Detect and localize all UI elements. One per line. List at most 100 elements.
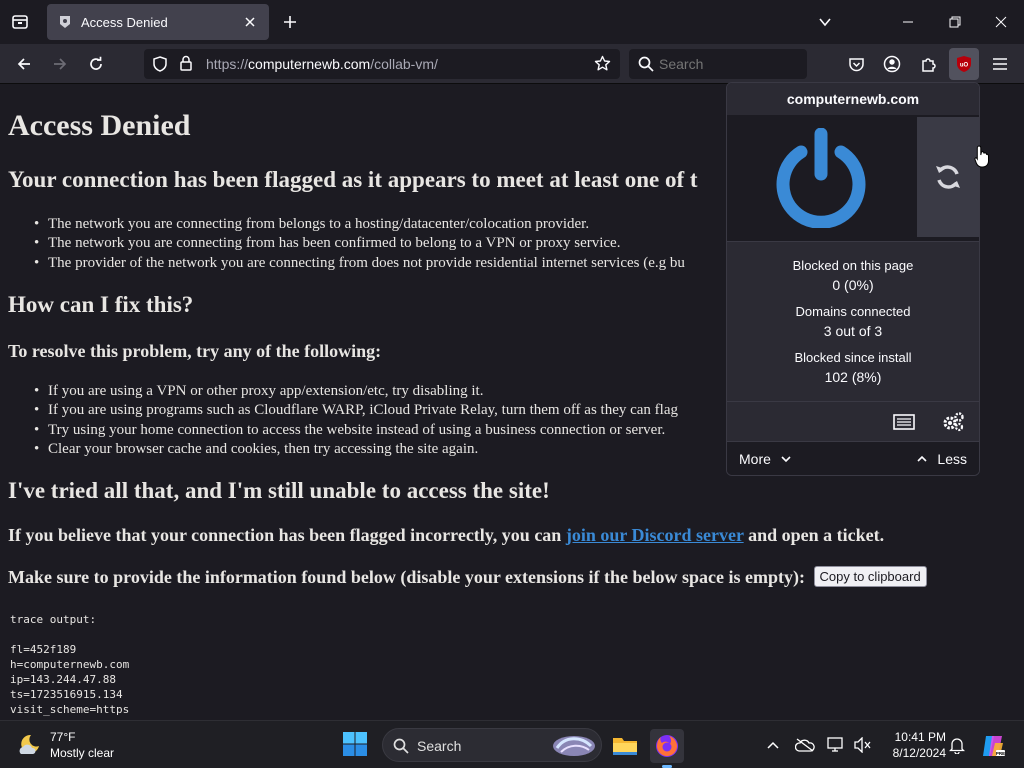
network-icon <box>827 737 843 752</box>
network-tray[interactable] <box>826 735 846 755</box>
search-icon <box>638 56 654 77</box>
back-button[interactable] <box>12 52 36 76</box>
logger-button[interactable] <box>892 410 916 434</box>
windows-taskbar: 77°F Mostly clear Search 10:41 PM 8/12/2… <box>0 720 1024 768</box>
lock-icon[interactable] <box>179 55 193 76</box>
page-title: Access Denied <box>8 109 191 142</box>
forward-button[interactable] <box>48 52 72 76</box>
folder-icon <box>613 738 637 755</box>
chevron-up-icon <box>917 455 927 462</box>
show-hidden-icons-button[interactable] <box>763 735 783 755</box>
address-bar[interactable]: https://computernewb.com/collab-vm/ <box>144 49 620 79</box>
reload-button[interactable] <box>84 52 108 76</box>
power-icon[interactable] <box>775 128 867 228</box>
provide-info-paragraph: Make sure to provide the information fou… <box>8 566 927 588</box>
trace-line: visit_scheme=https <box>10 703 130 716</box>
windows-logo-icon <box>343 732 367 756</box>
notifications-button[interactable] <box>947 735 967 755</box>
chevron-down-icon <box>781 456 791 463</box>
less-button[interactable]: Less <box>917 451 967 467</box>
chevron-up-icon <box>767 741 779 749</box>
onedrive-tray[interactable] <box>795 735 815 755</box>
tab-access-denied[interactable]: Access Denied <box>47 4 269 40</box>
less-label: Less <box>937 451 967 467</box>
search-input[interactable] <box>659 56 799 72</box>
tab-close-icon[interactable] <box>241 13 259 31</box>
domains-connected-label: Domains connected <box>795 304 911 319</box>
url-scheme: https:// <box>206 56 249 72</box>
tracking-protection-shield-icon[interactable] <box>152 56 168 77</box>
refresh-icon <box>936 165 960 189</box>
url-text[interactable]: https://computernewb.com/collab-vm/ <box>206 56 438 72</box>
list-item: The network you are connecting from belo… <box>34 215 685 235</box>
believe-paragraph: If you believe that your connection has … <box>8 525 884 546</box>
minimize-button[interactable] <box>894 8 922 36</box>
firefox-view-button[interactable] <box>8 10 32 34</box>
provide-info-text: Make sure to provide the information fou… <box>8 567 806 587</box>
list-item: If you are using a VPN or other proxy ap… <box>34 382 678 402</box>
new-tab-button[interactable] <box>280 12 300 32</box>
navigation-toolbar: https://computernewb.com/collab-vm/ uO <box>0 44 1024 84</box>
list-item: If you are using programs such as Cloudf… <box>34 401 678 421</box>
blocked-install-label: Blocked since install <box>794 350 912 365</box>
weather-condition: Mostly clear <box>50 746 115 760</box>
list-all-tabs-button[interactable] <box>815 12 835 32</box>
url-path: /collab-vm/ <box>370 56 438 72</box>
account-button[interactable] <box>880 52 904 76</box>
trace-label: trace output: <box>10 613 97 626</box>
reasons-list: The network you are connecting from belo… <box>34 215 685 274</box>
taskbar-search-label: Search <box>417 738 462 754</box>
heading-flagged: Your connection has been flagged as it a… <box>8 167 698 192</box>
cloud-off-icon <box>795 738 815 752</box>
hand-cursor-icon <box>974 145 989 168</box>
app-menu-button[interactable] <box>988 52 1012 76</box>
fixes-list: If you are using a VPN or other proxy ap… <box>34 382 678 459</box>
heading-still-unable: I've tried all that, and I'm still unabl… <box>8 478 550 503</box>
extensions-button[interactable] <box>916 52 940 76</box>
volume-tray[interactable] <box>853 735 873 755</box>
more-button[interactable]: More <box>739 451 791 467</box>
ublock-origin-button[interactable]: uO <box>949 48 979 80</box>
believe-suffix: and open a ticket. <box>743 525 885 545</box>
logger-icon <box>893 414 915 430</box>
reload-icon <box>90 56 102 70</box>
plus-icon <box>284 16 296 28</box>
svg-text:uO: uO <box>960 63 969 69</box>
minimize-icon <box>903 21 913 23</box>
search-highlight-icon <box>553 736 595 756</box>
refresh-button[interactable] <box>917 117 979 237</box>
domains-connected-value: 3 out of 3 <box>823 323 883 339</box>
taskbar-search[interactable]: Search <box>382 728 602 762</box>
pocket-button[interactable] <box>844 52 868 76</box>
tab-strip: Access Denied <box>0 0 1024 44</box>
more-less-row: More Less <box>727 441 979 475</box>
restore-icon <box>949 16 961 28</box>
restore-button[interactable] <box>941 8 969 36</box>
heading-fix: How can I fix this? <box>8 292 194 317</box>
believe-prefix: If you believe that your connection has … <box>8 525 566 545</box>
popup-hostname: computernewb.com <box>727 83 979 115</box>
dashboard-button[interactable] <box>941 410 965 434</box>
blocked-install-value: 102 (8%) <box>824 369 882 385</box>
copy-to-clipboard-button[interactable]: Copy to clipboard <box>813 566 927 587</box>
firefox-app[interactable] <box>650 729 684 768</box>
system-clock[interactable]: 10:41 PM 8/12/2024 <box>880 729 946 761</box>
list-item: The provider of the network you are conn… <box>34 254 685 274</box>
discord-link[interactable]: join our Discord server <box>566 525 744 545</box>
close-window-button[interactable] <box>987 8 1015 36</box>
volume-muted-icon <box>854 737 871 753</box>
close-icon <box>995 16 1007 28</box>
search-bar[interactable] <box>629 49 807 79</box>
list-item: The network you are connecting from has … <box>34 234 685 254</box>
ublock-origin-icon: uO <box>957 56 971 72</box>
start-button[interactable] <box>342 731 370 759</box>
bookmark-star-icon[interactable] <box>594 55 611 77</box>
more-label: More <box>739 451 771 467</box>
power-switch-area <box>727 115 915 241</box>
weather-widget[interactable]: 77°F Mostly clear <box>16 729 114 761</box>
file-explorer-app[interactable] <box>608 729 642 763</box>
trace-line: fl=452f189 <box>10 643 77 656</box>
copilot-app[interactable]: PRE <box>976 729 1010 763</box>
clock-date: 8/12/2024 <box>892 746 946 760</box>
chevron-down-icon <box>819 18 831 27</box>
